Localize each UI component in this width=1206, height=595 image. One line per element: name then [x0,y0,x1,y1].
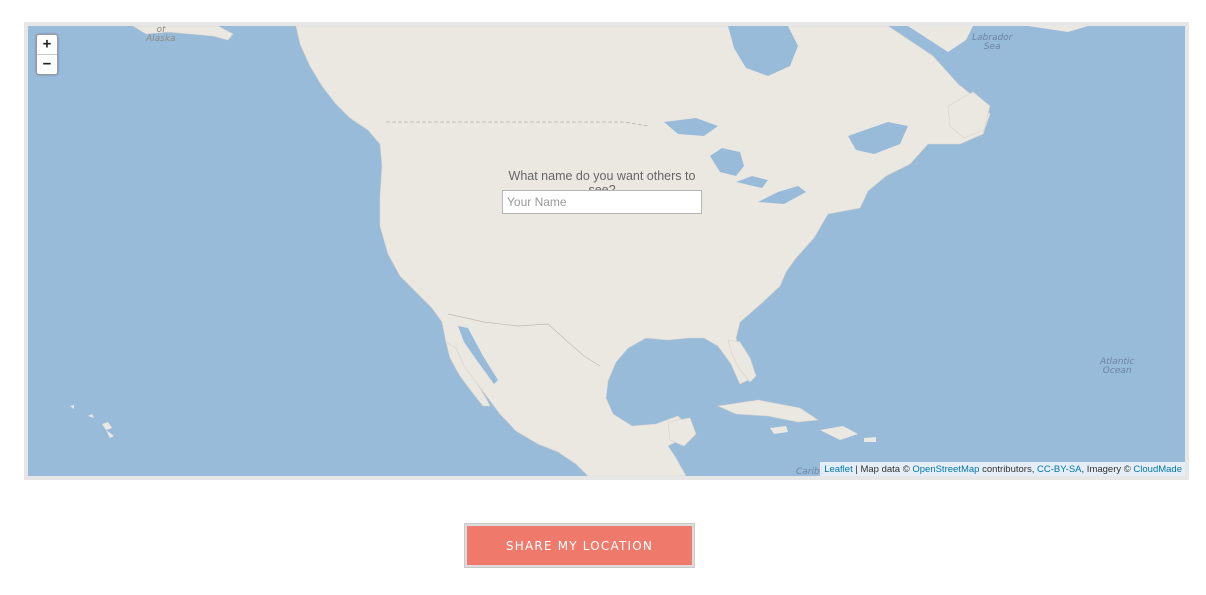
share-button-frame: SHARE MY LOCATION [464,523,695,568]
leaflet-link[interactable]: Leaflet [824,464,853,475]
share-location-button[interactable]: SHARE MY LOCATION [467,526,692,565]
attribution-contributors: contributors, [979,464,1037,475]
map-label-alaska-name: Alaska [146,34,176,44]
zoom-control: + − [36,34,58,75]
map-attribution: Leaflet | Map data © OpenStreetMap contr… [820,462,1185,476]
map-label-alaska: of Alaska [146,26,176,44]
cloudmade-link[interactable]: CloudMade [1133,464,1182,475]
map-label-atlantic-ocean: Atlantic Ocean [1100,358,1134,376]
license-link[interactable]: CC-BY-SA [1037,464,1082,475]
map-canvas[interactable]: + − of Alaska Labrador Sea Atlantic Ocea… [28,26,1185,476]
name-input[interactable] [502,190,702,214]
map-label-labrador-sea: Labrador Sea [972,34,1012,52]
basemap [28,26,1185,476]
osm-link[interactable]: OpenStreetMap [912,464,979,475]
map-label-ocean: Ocean [1102,366,1132,376]
map-label-sea: Sea [983,42,1001,52]
attribution-imagery: , Imagery © [1081,464,1134,475]
zoom-in-button[interactable]: + [37,35,57,54]
attribution-sep: | Map data © [852,464,913,475]
map-frame: + − of Alaska Labrador Sea Atlantic Ocea… [24,22,1189,480]
zoom-out-button[interactable]: − [37,54,57,74]
